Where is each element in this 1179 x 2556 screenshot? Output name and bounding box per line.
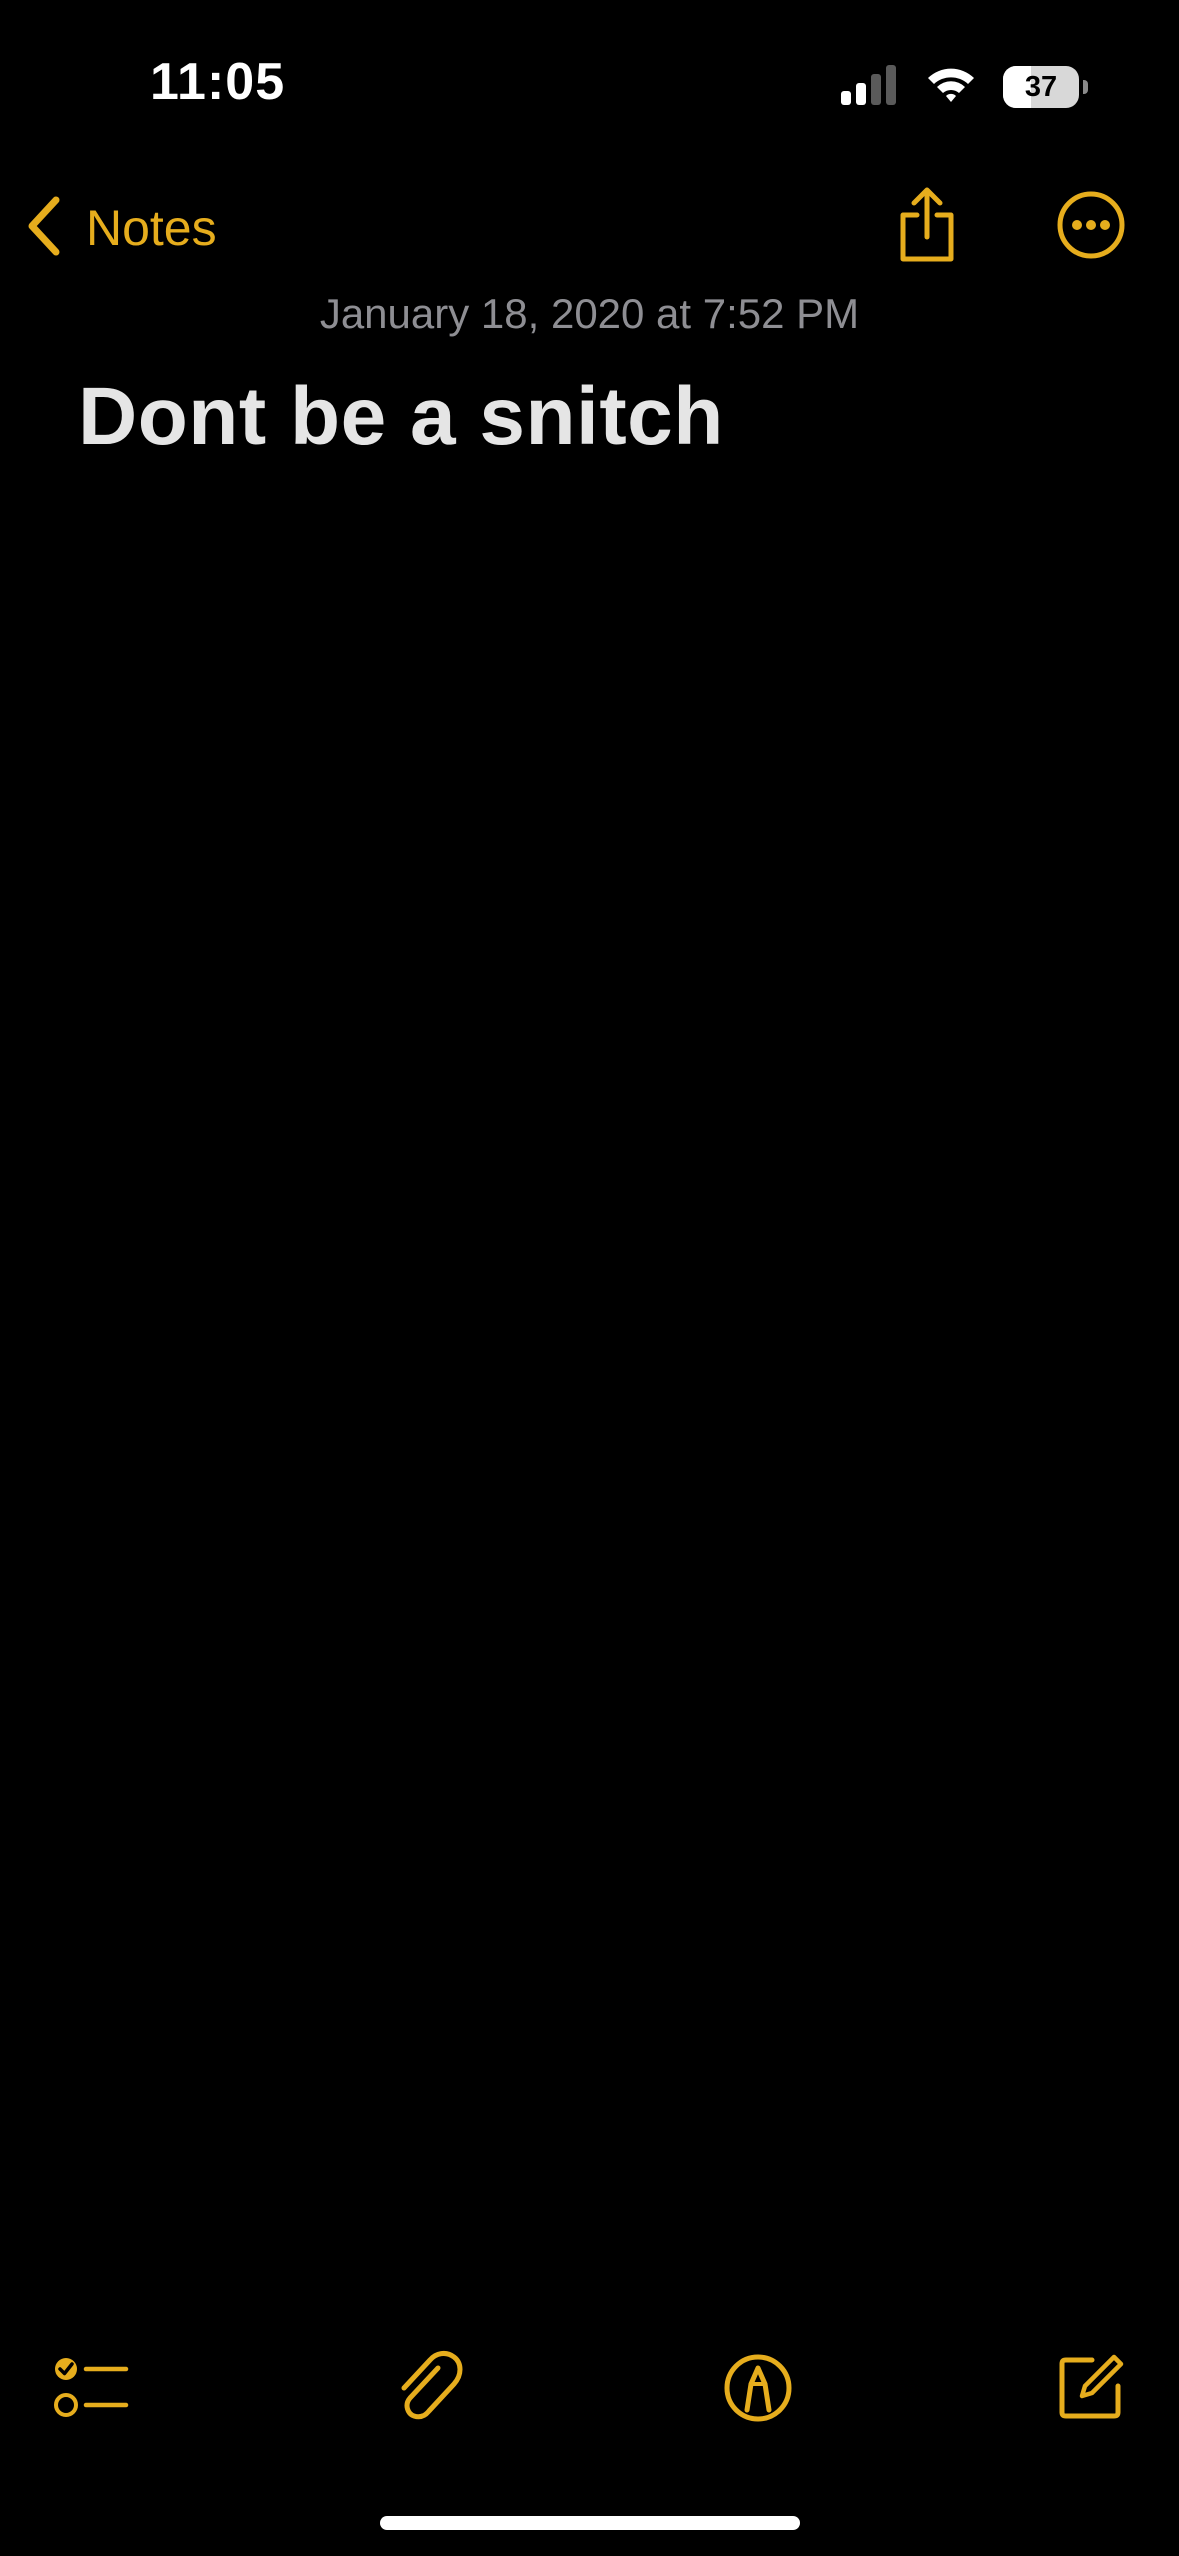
share-icon (895, 187, 959, 268)
attachment-button[interactable] (378, 2340, 478, 2440)
ellipsis-circle-icon (1056, 190, 1126, 265)
chevron-left-icon (24, 195, 64, 262)
markup-pen-icon (722, 2352, 794, 2429)
back-button[interactable]: Notes (24, 190, 217, 266)
checklist-button[interactable] (42, 2340, 142, 2440)
compose-button[interactable] (1040, 2340, 1140, 2440)
home-indicator[interactable] (380, 2516, 800, 2530)
wifi-icon (925, 65, 977, 110)
navigation-bar: Notes (0, 170, 1179, 290)
markup-button[interactable] (708, 2340, 808, 2440)
status-time: 11:05 (150, 53, 286, 111)
back-button-label: Notes (86, 200, 217, 256)
more-button[interactable] (1046, 182, 1136, 272)
compose-icon (1054, 2352, 1126, 2429)
share-button[interactable] (882, 182, 972, 272)
note-date: January 18, 2020 at 7:52 PM (319, 290, 860, 337)
note-title[interactable]: Dont be a snitch (78, 370, 724, 464)
battery-icon: 37 (1003, 66, 1088, 108)
cellular-signal-icon (839, 64, 899, 110)
status-indicators: 37 (839, 62, 1088, 112)
battery-cap (1083, 80, 1088, 94)
paperclip-icon (392, 2350, 464, 2431)
bottom-toolbar (0, 2330, 1179, 2450)
note-body[interactable] (78, 500, 1098, 2250)
status-bar: 11:05 37 (0, 0, 1179, 150)
checklist-icon (52, 2353, 132, 2428)
battery-level: 37 (1024, 70, 1058, 103)
